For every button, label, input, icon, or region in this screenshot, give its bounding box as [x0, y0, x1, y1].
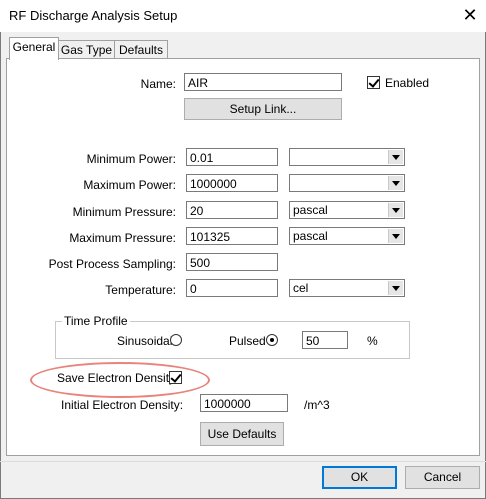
enabled-checkbox[interactable]: [367, 76, 380, 89]
minimum-pressure-field[interactable]: 20: [186, 201, 278, 219]
minimum-pressure-unit-select[interactable]: pascal: [289, 201, 405, 219]
maximum-pressure-unit-select[interactable]: pascal: [289, 227, 405, 245]
post-process-sampling-label: Post Process Sampling:: [48, 257, 176, 271]
initial-electron-density-unit: /m^3: [304, 398, 330, 412]
highlight-annotation: [30, 362, 210, 398]
title-bar: RF Discharge Analysis Setup ✕: [0, 0, 486, 32]
checkmark-icon: [368, 76, 380, 88]
chevron-down-icon[interactable]: [388, 203, 403, 217]
tab-defaults[interactable]: Defaults: [114, 40, 168, 59]
tab-general-label: General: [12, 40, 56, 54]
ok-button[interactable]: OK: [322, 466, 397, 489]
enabled-label: Enabled: [385, 76, 430, 90]
initial-electron-density-label: Initial Electron Density:: [61, 398, 184, 412]
use-defaults-button[interactable]: Use Defaults: [200, 422, 284, 446]
maximum-power-label: Maximum Power:: [83, 178, 176, 192]
footer-separator: [0, 461, 486, 462]
minimum-pressure-label: Minimum Pressure:: [72, 205, 176, 219]
maximum-pressure-field[interactable]: 101325: [186, 227, 278, 245]
maximum-pressure-unit-value: pascal: [293, 229, 328, 243]
post-process-sampling-field[interactable]: 500: [186, 253, 278, 271]
pulsed-percent-field[interactable]: 50: [302, 331, 348, 349]
close-icon[interactable]: ✕: [458, 3, 482, 27]
pulsed-label: Pulsed: [229, 334, 266, 348]
chevron-down-icon[interactable]: [388, 229, 403, 243]
cancel-button[interactable]: Cancel: [405, 466, 480, 489]
tab-general[interactable]: General: [9, 37, 59, 60]
temperature-unit-select[interactable]: cel: [289, 279, 405, 297]
maximum-power-field[interactable]: 1000000: [186, 174, 278, 192]
setup-link-button[interactable]: Setup Link...: [184, 98, 342, 120]
minimum-power-unit-select[interactable]: [289, 148, 405, 166]
name-label: Name:: [140, 77, 176, 91]
minimum-pressure-unit-value: pascal: [293, 203, 328, 217]
chevron-down-icon[interactable]: [388, 281, 403, 295]
window-title: RF Discharge Analysis Setup: [9, 8, 178, 23]
tab-defaults-label: Defaults: [118, 43, 164, 57]
temperature-label: Temperature:: [105, 283, 176, 297]
sinusoidal-label: Sinusoidal: [117, 334, 173, 348]
temperature-unit-value: cel: [293, 281, 309, 295]
pulsed-radio[interactable]: [266, 334, 278, 346]
chevron-down-icon[interactable]: [388, 176, 403, 190]
minimum-power-label: Minimum Power:: [86, 152, 176, 166]
tab-gas-type[interactable]: Gas Type: [58, 40, 115, 59]
sinusoidal-radio[interactable]: [170, 334, 182, 346]
time-profile-title: Time Profile: [62, 314, 130, 328]
minimum-power-field[interactable]: 0.01: [186, 148, 278, 166]
name-field[interactable]: AIR: [184, 73, 342, 91]
radio-dot-icon: [270, 338, 274, 342]
tab-gas-type-label: Gas Type: [60, 43, 113, 57]
percent-label: %: [367, 334, 378, 348]
maximum-pressure-label: Maximum Pressure:: [69, 231, 176, 245]
initial-electron-density-field[interactable]: 1000000: [200, 394, 288, 412]
chevron-down-icon[interactable]: [388, 150, 403, 164]
maximum-power-unit-select[interactable]: [289, 174, 405, 192]
temperature-field[interactable]: 0: [186, 279, 278, 297]
